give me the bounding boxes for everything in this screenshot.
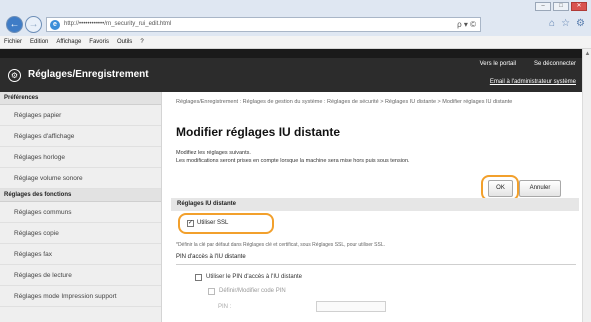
sidebar-section-functions: Réglages des fonctions — [0, 189, 161, 202]
pin-section-title: PIN d'accès à l'IU distante — [176, 254, 246, 260]
window-controls: – □ ✕ — [535, 2, 587, 11]
set-pin-label: Définir/Modifier code PIN — [219, 288, 286, 294]
sidebar-item-paper[interactable]: Réglages papier — [0, 105, 161, 126]
use-pin-label: Utiliser le PIN d'accès à l'IU distante — [206, 274, 302, 280]
favorites-star-icon[interactable]: ☆ — [561, 18, 570, 29]
sidebar-item-media-print[interactable]: Réglages mode Impression support — [0, 286, 161, 307]
menu-edit[interactable]: Edition — [30, 39, 48, 45]
set-pin-checkbox[interactable] — [208, 288, 215, 295]
sidebar-item-common[interactable]: Réglages communs — [0, 202, 161, 223]
menu-help[interactable]: ? — [140, 39, 143, 45]
page-title: Modifier réglages IU distante — [176, 125, 341, 139]
app-title: Réglages/Enregistrement — [28, 69, 149, 80]
breadcrumb: Réglages/Enregistrement : Réglages de ge… — [176, 99, 513, 105]
ie-icon: e — [50, 20, 60, 30]
close-window-button[interactable]: ✕ — [571, 2, 587, 11]
portal-link[interactable]: Vers le portail — [480, 61, 516, 67]
use-ssl-checkbox[interactable]: ✓ — [187, 220, 194, 227]
maximize-button[interactable]: □ — [553, 2, 569, 11]
sidebar-item-scan[interactable]: Réglages de lecture — [0, 265, 161, 286]
sidebar-item-copy[interactable]: Réglages copie — [0, 223, 161, 244]
sidebar-item-display[interactable]: Réglages d'affichage — [0, 126, 161, 147]
url-text[interactable]: http://••••••••••••/rn_security_rui_edit… — [64, 21, 171, 27]
description-line-2: Les modifications seront prises en compt… — [176, 158, 410, 164]
sidebar: Préférences Réglages papier Réglages d'a… — [0, 92, 162, 322]
sidebar-item-volume[interactable]: Réglage volume sonore — [0, 168, 161, 189]
app-top-strip — [0, 49, 582, 58]
pin-divider — [176, 264, 576, 265]
logout-link[interactable]: Se déconnecter — [534, 61, 576, 67]
use-ssl-label: Utiliser SSL — [197, 220, 229, 226]
menu-bar: Fichier Edition Affichage Favoris Outils… — [0, 36, 591, 49]
settings-gear-icon[interactable]: ⚙ — [576, 18, 585, 29]
sidebar-item-fax[interactable]: Réglages fax — [0, 244, 161, 265]
pin-input[interactable] — [316, 301, 386, 312]
toolbar-icons: ⌂ ☆ ⚙ — [549, 18, 585, 29]
app-header: ⚙ Réglages/Enregistrement Vers le portai… — [0, 58, 582, 92]
address-bar[interactable]: e http://••••••••••••/rn_security_rui_ed… — [46, 17, 481, 32]
use-pin-checkbox[interactable] — [195, 274, 202, 281]
menu-tools[interactable]: Outils — [117, 39, 132, 45]
sidebar-item-clock[interactable]: Réglages horloge — [0, 147, 161, 168]
ssl-note: *Définir la clé par défaut dans Réglages… — [176, 242, 385, 248]
address-row: ← → e http://••••••••••••/rn_security_ru… — [0, 14, 591, 36]
description-line-1: Modifiez les réglages suivants. — [176, 150, 251, 156]
menu-view[interactable]: Affichage — [56, 39, 81, 45]
section-header-remote-ui: Réglages IU distante — [171, 198, 579, 211]
sidebar-section-preferences: Préférences — [0, 92, 161, 105]
pin-field-label: PIN : — [218, 304, 232, 310]
cancel-button[interactable]: Annuler — [519, 180, 561, 197]
menu-file[interactable]: Fichier — [4, 39, 22, 45]
ok-button[interactable]: OK — [488, 180, 513, 197]
back-button[interactable]: ← — [6, 16, 23, 33]
admin-email-link[interactable]: Email à l'administrateur système — [490, 79, 576, 85]
main-content: Réglages/Enregistrement : Réglages de ge… — [168, 92, 580, 322]
minimize-button[interactable]: – — [535, 2, 551, 11]
menu-favorites[interactable]: Favoris — [89, 39, 109, 45]
search-refresh-icons[interactable]: ρ ▾ © — [457, 20, 476, 29]
scroll-up-icon[interactable]: ▲ — [583, 51, 591, 57]
settings-logo-icon: ⚙ — [8, 69, 21, 82]
page-scrollbar[interactable]: ▲ — [582, 49, 591, 322]
browser-title-bar: – □ ✕ — [0, 0, 591, 14]
forward-button[interactable]: → — [25, 16, 42, 33]
home-icon[interactable]: ⌂ — [549, 18, 555, 29]
